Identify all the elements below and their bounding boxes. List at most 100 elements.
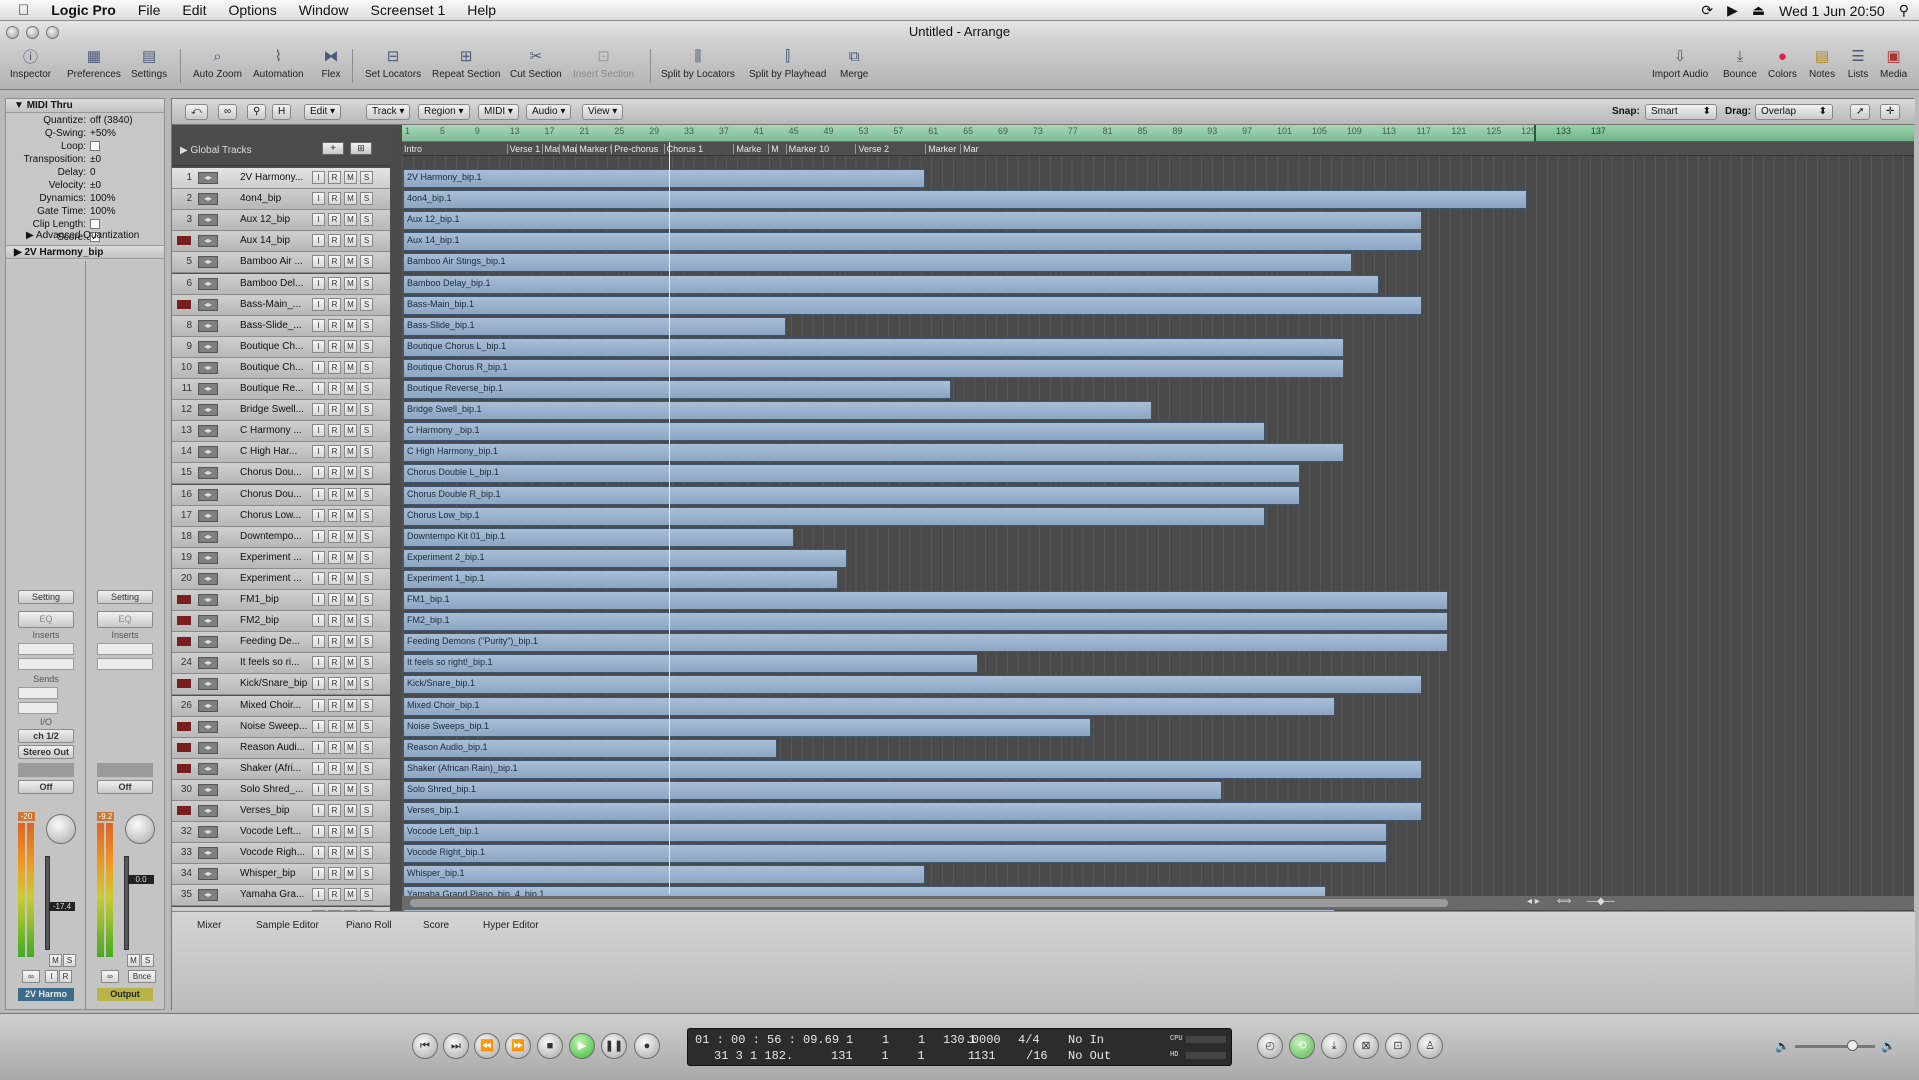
solo-button[interactable]: S — [360, 550, 373, 564]
audio-region[interactable]: Boutique Chorus L_bip.1 — [403, 337, 1344, 357]
solo-button[interactable]: S — [360, 171, 373, 184]
solo-button[interactable]: S — [360, 529, 373, 543]
solo-button[interactable]: S — [360, 867, 373, 881]
import-audio-button[interactable]: ⇩ Import Audio — [1652, 46, 1708, 88]
solo-button[interactable]: S — [360, 234, 373, 248]
preferences-button[interactable]: ▦ Preferences — [67, 46, 121, 88]
input-monitor-button[interactable]: I — [312, 825, 325, 839]
strip2-name[interactable]: Output — [97, 988, 153, 1001]
global-tracks-toggle[interactable]: ▶ Global Tracks — [180, 145, 252, 156]
strip1-output-slot[interactable]: Stereo Out — [18, 745, 74, 759]
audio-region[interactable]: Boutique Chorus R_bip.1 — [403, 358, 1344, 378]
bar-ruler[interactable]: 1 5 9 13 17 21 25 29 33 37 41 45 49 53 57 61 65 69 73 77 81 8… — [402, 125, 1914, 142]
cut-section-button[interactable]: ✂ Cut Section — [510, 46, 562, 88]
mute-button[interactable]: M — [344, 740, 357, 754]
track-header[interactable]: 17 ◂▸ Chorus Low... I R M S — [172, 505, 390, 527]
track-name[interactable]: Whisper_bip — [240, 868, 308, 879]
track-name[interactable]: 4on4_bip — [240, 193, 308, 204]
automation-button[interactable]: ⌇ Automation — [253, 46, 304, 88]
track-header[interactable]: 32 ◂▸ Vocode Left... I R M S — [172, 822, 390, 844]
strip1-setting-button[interactable]: Setting — [18, 590, 74, 604]
catch-button[interactable]: ⚲ — [247, 104, 267, 120]
param-value[interactable]: 0 — [90, 167, 96, 178]
auto-zoom-button[interactable]: ⌕ Auto Zoom — [193, 46, 242, 88]
record-enable-button[interactable]: R — [328, 424, 341, 438]
track-header[interactable]: ◂▸ Shaker (Afri... I R M S — [172, 758, 390, 780]
playhead[interactable] — [669, 142, 670, 894]
audio-region[interactable]: Bamboo Air Stings_bip.1 — [403, 253, 1353, 273]
metronome-icon[interactable]: ◴ — [1257, 1033, 1283, 1059]
strip1-solo-button[interactable]: S — [63, 954, 76, 967]
input-monitor-button[interactable]: I — [312, 339, 325, 353]
spotlight-search-icon[interactable]: ⚲ — [1899, 2, 1909, 19]
strip2-solo-button[interactable]: S — [141, 954, 154, 967]
mute-button[interactable]: M — [344, 318, 357, 332]
track-header[interactable]: 14 ◂▸ C High Har... I R M S — [172, 442, 390, 464]
marker[interactable]: Mar — [960, 144, 990, 154]
tab-score[interactable]: Score — [423, 920, 449, 931]
record-enable-button[interactable]: R — [328, 382, 341, 395]
track-header[interactable]: 16 ◂▸ Chorus Dou... I R M S — [172, 484, 390, 506]
track-name[interactable]: Bamboo Del... — [240, 278, 308, 289]
marker[interactable]: Marke — [733, 144, 768, 154]
audio-region[interactable]: Mixed Choir_bip.1 — [403, 696, 1336, 716]
inspector-button[interactable]: ⓘ Inspector — [10, 46, 51, 88]
strip1-input-slot[interactable]: ch 1/2 — [18, 729, 74, 743]
track-menu[interactable]: Track ▾ — [366, 104, 411, 120]
record-enable-button[interactable]: R — [328, 761, 341, 775]
input-monitor-button[interactable]: I — [312, 213, 325, 227]
audio-region[interactable]: Downtempo Kit 01_bip.1 — [403, 527, 795, 547]
sync-mode-icon[interactable]: ⊡ — [1385, 1033, 1411, 1059]
solo-button[interactable]: S — [360, 846, 373, 860]
input-monitor-button[interactable]: I — [312, 867, 325, 881]
track-name[interactable]: Chorus Dou... — [240, 467, 308, 478]
mute-button[interactable]: M — [344, 487, 357, 501]
audio-region[interactable]: 2V Harmony_bip.1 — [403, 169, 926, 188]
record-enable-button[interactable]: R — [328, 825, 341, 839]
marker[interactable]: Verse 2 — [855, 144, 925, 154]
mute-button[interactable]: M — [344, 571, 357, 585]
track-header[interactable]: ◂▸ FM2_bip I R M S — [172, 611, 390, 633]
edit-menu[interactable]: Edit ▾ — [304, 104, 342, 120]
input-monitor-button[interactable]: I — [312, 719, 325, 733]
track-name[interactable]: Chorus Dou... — [240, 489, 308, 500]
merge-button[interactable]: ⧉ Merge — [840, 46, 868, 88]
record-enable-button[interactable]: R — [328, 846, 341, 860]
minimize-window-button[interactable] — [26, 26, 39, 39]
audio-region[interactable]: Verses_bip.1 — [403, 802, 1423, 821]
back-button[interactable]: ⤺ — [185, 104, 208, 120]
pause-button[interactable]: ❚❚ — [601, 1033, 627, 1059]
clock[interactable]: Wed 1 Jun 20:50 — [1779, 3, 1885, 19]
menu-edit[interactable]: Edit — [171, 2, 217, 18]
track-header[interactable]: 5 ◂▸ Bamboo Air ... I R M S — [172, 252, 390, 274]
strip1-input-monitor-button[interactable]: I — [45, 970, 58, 983]
solo-button[interactable]: S — [360, 276, 373, 290]
strip2-insert-slot[interactable] — [97, 643, 153, 655]
solo-button[interactable]: S — [360, 360, 373, 374]
track-name[interactable]: Mixed Choir... — [240, 700, 308, 711]
marker[interactable]: Chorus 1 — [663, 144, 734, 154]
mute-button[interactable]: M — [344, 761, 357, 775]
sync-icon[interactable]: ⟳ — [1701, 2, 1713, 19]
mute-button[interactable]: M — [344, 698, 357, 712]
mute-button[interactable]: M — [344, 508, 357, 522]
hide-button[interactable]: H — [272, 104, 292, 120]
play-button[interactable]: ▶ — [569, 1033, 595, 1059]
strip1-record-button[interactable]: R — [59, 970, 72, 983]
record-enable-button[interactable]: R — [328, 360, 341, 374]
horizontal-scrollbar[interactable]: ◂ ▸ ⟺ —◆— — [402, 896, 1914, 910]
audio-region[interactable]: Chorus Low_bip.1 — [403, 506, 1266, 526]
record-enable-button[interactable]: R — [328, 614, 341, 628]
solo-button[interactable]: S — [360, 445, 373, 459]
param-value[interactable]: +50% — [90, 128, 116, 139]
midi-menu[interactable]: MIDI ▾ — [478, 104, 519, 120]
track-name[interactable]: Yamaha Gra... — [240, 889, 308, 900]
audio-region[interactable]: Whisper_bip.1 — [403, 865, 926, 885]
track-name[interactable]: Bass-Main_... — [240, 299, 308, 310]
apple-icon[interactable]:  — [0, 2, 40, 19]
record-enable-button[interactable]: R — [328, 677, 341, 691]
param-value[interactable]: 100% — [90, 193, 116, 204]
time-signature[interactable]: 4/4 — [1018, 1033, 1040, 1047]
track-name[interactable]: FM1_bip — [240, 594, 308, 605]
track-name[interactable]: Solo Shred_... — [240, 784, 308, 795]
